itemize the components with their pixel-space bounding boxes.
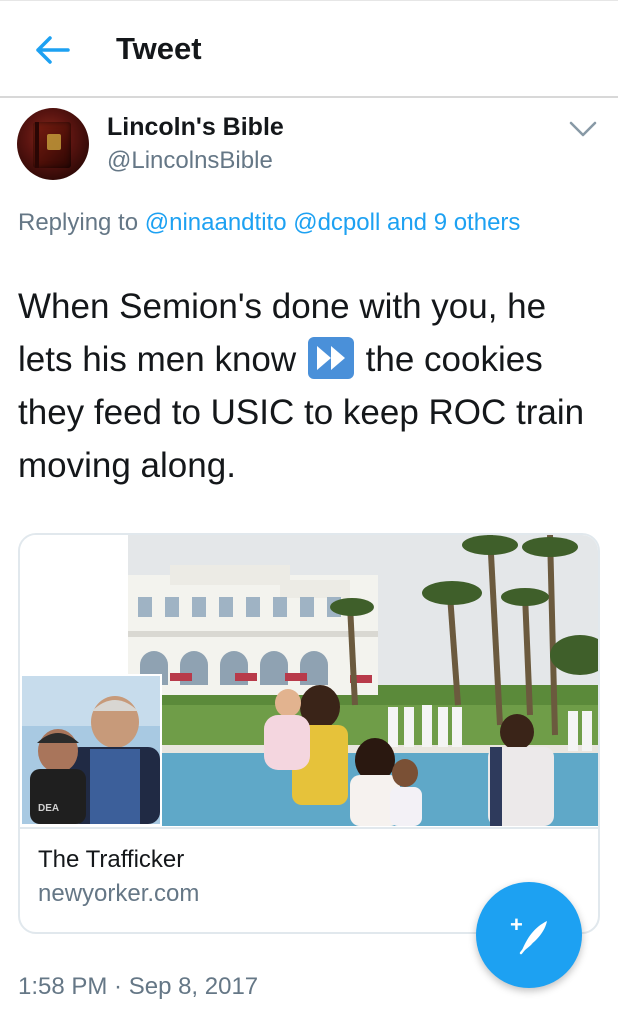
link-card[interactable]: DEA The Trafficker newyorker.com — [18, 533, 600, 934]
author-name[interactable]: Lincoln's Bible — [107, 112, 284, 142]
tweet-text: When Semion's done with you, he lets his… — [18, 280, 608, 492]
mention-ninaandtito[interactable]: @ninaandtito — [145, 209, 287, 236]
page-title: Tweet — [116, 31, 202, 66]
mention-others[interactable]: 9 others — [434, 209, 521, 236]
replying-to-label: Replying to — [18, 209, 139, 236]
mention-joiner[interactable]: and — [387, 209, 427, 236]
article-photo: DEA — [20, 535, 598, 826]
author-handle[interactable]: @LincolnsBible — [107, 146, 273, 176]
replying-to: Replying to @ninaandtito @dcpoll and 9 o… — [18, 204, 578, 241]
chevron-down-icon — [569, 121, 597, 137]
top-divider — [0, 0, 618, 1]
tweet-timestamp: 1:58 PM · Sep 8, 2017 — [18, 973, 259, 1000]
inset-text: DEA — [38, 803, 59, 814]
fast-forward-icon — [307, 337, 354, 379]
tweet-author: Lincoln's Bible @LincolnsBible — [0, 100, 618, 190]
card-title: The Trafficker — [38, 846, 185, 873]
arrow-left-icon — [36, 36, 70, 64]
mention-dcpoll[interactable]: @dcpoll — [293, 209, 380, 236]
tweet-menu-button[interactable] — [566, 116, 600, 142]
article-photo-illustration: DEA — [20, 535, 598, 826]
compose-plus: + — [510, 912, 523, 937]
book-emblem — [47, 134, 61, 150]
top-bar: Tweet — [0, 0, 618, 98]
avatar[interactable] — [17, 108, 89, 180]
compose-feather-icon: + — [510, 912, 547, 955]
book-spine — [35, 122, 39, 168]
back-button[interactable] — [30, 30, 74, 70]
card-domain: newyorker.com — [38, 880, 200, 907]
compose-tweet-button[interactable]: + — [476, 882, 582, 988]
